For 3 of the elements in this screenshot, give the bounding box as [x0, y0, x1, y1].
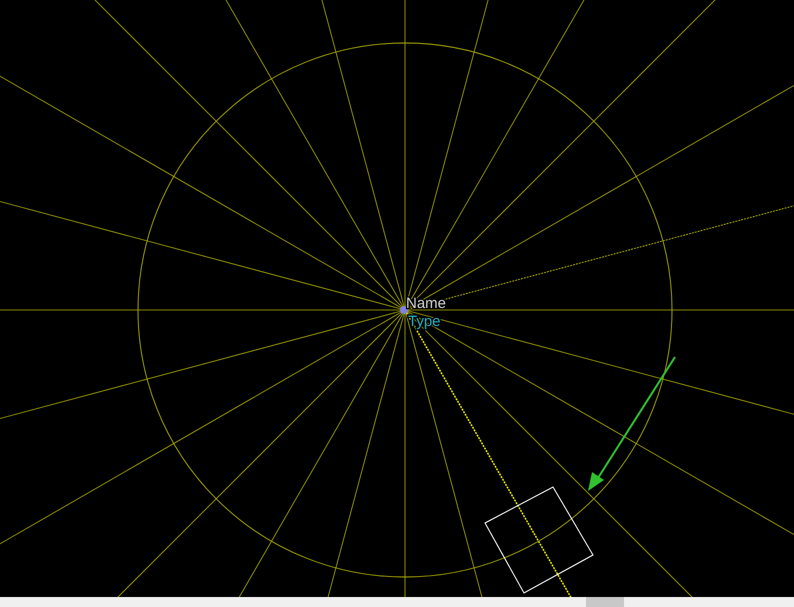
horizontal-scrollbar[interactable] — [0, 597, 794, 607]
scrollbar-thumb[interactable] — [586, 597, 624, 607]
component-origin-icon — [400, 306, 408, 314]
